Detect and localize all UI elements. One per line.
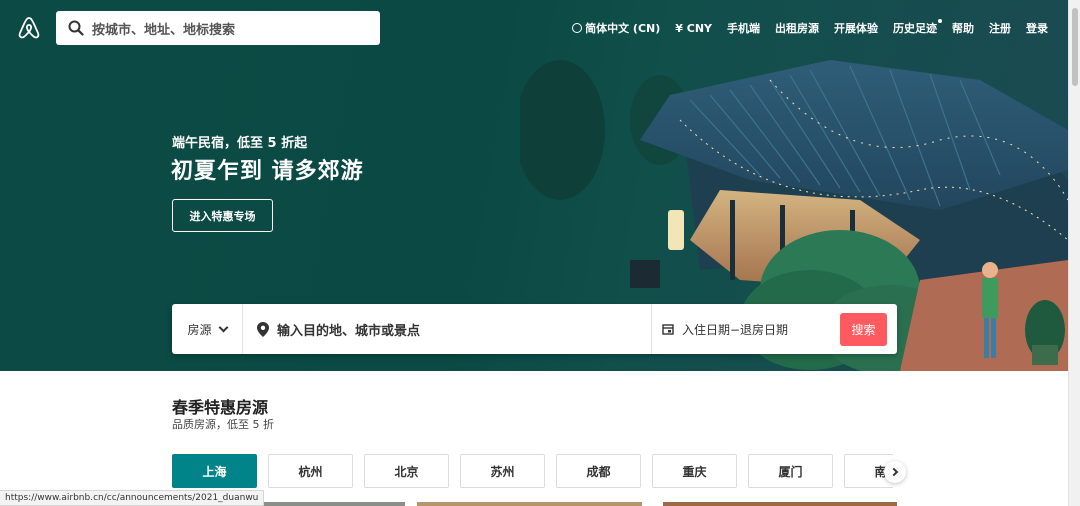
chevron-right-icon <box>889 467 899 477</box>
city-tab-hangzhou[interactable]: 杭州 <box>268 454 353 488</box>
date-range-placeholder: 入住日期−退房日期 <box>682 322 789 337</box>
location-pin-icon <box>257 321 269 337</box>
city-tab-beijing[interactable]: 北京 <box>364 454 449 488</box>
page-scrollbar[interactable] <box>1068 0 1080 506</box>
promo-subtitle: 端午民宿，低至 5 折起 <box>172 136 308 151</box>
header-search-input[interactable]: 按城市、地址、地标搜索 <box>56 11 380 45</box>
scrollbar-thumb[interactable] <box>1072 8 1078 86</box>
nav-currency[interactable]: ¥ CNY <box>675 22 712 35</box>
nav-language[interactable]: 简体中文 (CN) <box>572 20 660 36</box>
listing-cards-peek <box>260 502 897 506</box>
nav-host-experience[interactable]: 开展体验 <box>834 20 878 36</box>
globe-icon <box>572 23 583 33</box>
main-search-bar: 房源 输入目的地、城市或景点 入住日期−退房日期 搜索 <box>172 304 897 354</box>
search-type-label: 房源 <box>187 322 212 337</box>
search-type-dropdown[interactable]: 房源 <box>172 304 243 354</box>
nav-history-label: 历史足迹 <box>893 22 937 35</box>
top-navigation: 简体中文 (CN) ¥ CNY 手机端 出租房源 开展体验 历史足迹 帮助 注册… <box>557 19 1048 36</box>
nav-login[interactable]: 登录 <box>1026 20 1048 36</box>
city-tab-chongqing[interactable]: 重庆 <box>652 454 737 488</box>
date-range-input[interactable]: 入住日期−退房日期 <box>652 304 840 354</box>
status-bar-url: https://www.airbnb.cn/cc/announcements/2… <box>0 490 265 506</box>
destination-placeholder: 输入目的地、城市或景点 <box>277 323 421 339</box>
nav-signup[interactable]: 注册 <box>989 20 1011 36</box>
airbnb-logo-icon[interactable] <box>17 16 41 40</box>
destination-input[interactable]: 输入目的地、城市或景点 <box>243 304 652 354</box>
notification-dot <box>938 19 942 23</box>
search-button[interactable]: 搜索 <box>840 312 887 346</box>
nav-mobile[interactable]: 手机端 <box>727 20 760 36</box>
search-icon <box>68 20 84 36</box>
city-tab-suzhou[interactable]: 苏州 <box>460 454 545 488</box>
nav-language-label: 简体中文 (CN) <box>585 22 661 35</box>
nav-history[interactable]: 历史足迹 <box>893 19 942 36</box>
promo-cta-button[interactable]: 进入特惠专场 <box>172 199 273 232</box>
calendar-icon <box>662 324 674 335</box>
city-tabs: 上海 杭州 北京 苏州 成都 重庆 厦门 南京 <box>172 454 893 488</box>
promo-title: 初夏乍到 请多郊游 <box>171 159 364 184</box>
city-tab-chengdu[interactable]: 成都 <box>556 454 641 488</box>
section-subtitle: 品质房源，低至 5 折 <box>172 418 274 431</box>
nav-help[interactable]: 帮助 <box>952 20 974 36</box>
section-title: 春季特惠房源 <box>172 398 269 417</box>
nav-host-home[interactable]: 出租房源 <box>775 20 819 36</box>
city-tab-shanghai[interactable]: 上海 <box>172 454 257 488</box>
header-search-placeholder: 按城市、地址、地标搜索 <box>92 22 236 38</box>
city-tabs-next-button[interactable] <box>884 461 906 483</box>
chevron-down-icon <box>218 322 228 332</box>
city-tab-xiamen[interactable]: 厦门 <box>748 454 833 488</box>
